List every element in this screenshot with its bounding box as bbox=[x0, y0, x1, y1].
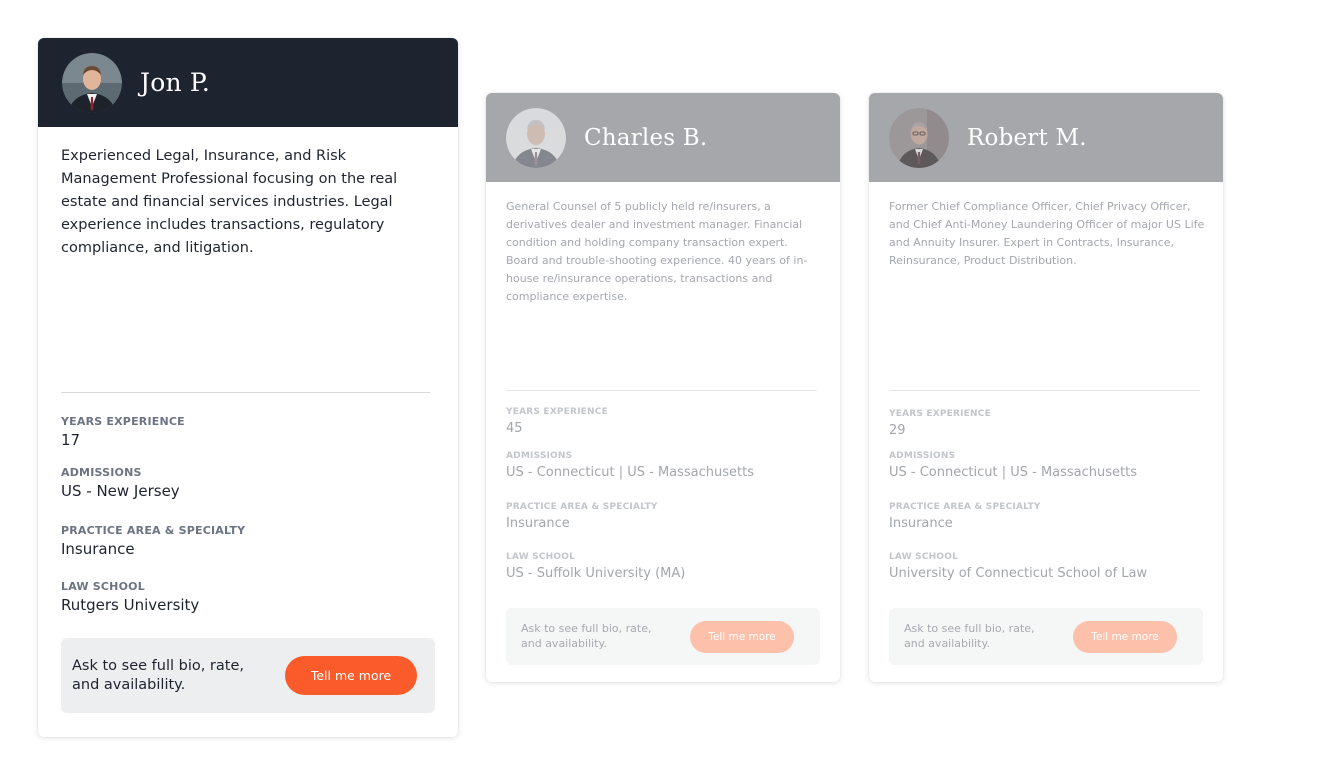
field-admissions: ADMISSIONS US - Connecticut | US - Massa… bbox=[889, 451, 1137, 480]
field-practice-area: PRACTICE AREA & SPECIALTY Insurance bbox=[506, 502, 658, 531]
field-value: US - Connecticut | US - Massachusetts bbox=[506, 465, 754, 480]
cta-panel: Ask to see full bio, rate, and availabil… bbox=[889, 608, 1203, 665]
card-header: Jon P. bbox=[38, 38, 458, 127]
field-label: YEARS EXPERIENCE bbox=[506, 407, 608, 417]
attorney-name: Charles B. bbox=[584, 124, 708, 151]
divider bbox=[61, 392, 430, 393]
avatar-icon bbox=[506, 107, 566, 168]
field-label: LAW SCHOOL bbox=[506, 552, 576, 562]
field-value: 29 bbox=[889, 423, 906, 438]
attorney-bio: Experienced Legal, Insurance, and Risk M… bbox=[61, 148, 398, 256]
field-label: YEARS EXPERIENCE bbox=[61, 415, 185, 428]
field-value: US - New Jersey bbox=[61, 482, 180, 500]
field-value: Insurance bbox=[61, 540, 135, 558]
card-header: Charles B. bbox=[486, 93, 840, 182]
attorney-bio: Former Chief Compliance Officer, Chief P… bbox=[889, 200, 1205, 267]
avatar-icon bbox=[62, 52, 122, 113]
tell-me-more-button[interactable]: Tell me more bbox=[285, 656, 417, 695]
field-label: ADMISSIONS bbox=[61, 466, 142, 479]
divider bbox=[889, 390, 1200, 391]
field-law-school: LAW SCHOOL Rutgers University bbox=[61, 580, 199, 614]
avatar-icon bbox=[889, 107, 949, 168]
field-value: US - Suffolk University (MA) bbox=[506, 566, 686, 581]
field-law-school: LAW SCHOOL University of Connecticut Sch… bbox=[889, 552, 1147, 581]
attorney-name: Robert M. bbox=[967, 124, 1087, 151]
attorney-name: Jon P. bbox=[140, 68, 211, 97]
attorney-card-robert[interactable]: Robert M. Former Chief Compliance Office… bbox=[869, 93, 1223, 682]
field-label: YEARS EXPERIENCE bbox=[889, 409, 991, 419]
field-practice-area: PRACTICE AREA & SPECIALTY Insurance bbox=[889, 502, 1041, 531]
cta-panel: Ask to see full bio, rate, and availabil… bbox=[61, 638, 435, 713]
field-value: US - Connecticut | US - Massachusetts bbox=[889, 465, 1137, 480]
attorney-card-jon[interactable]: Jon P. Experienced Legal, Insurance, and… bbox=[38, 38, 458, 737]
field-years-experience: YEARS EXPERIENCE 17 bbox=[61, 415, 185, 449]
cta-text: Ask to see full bio, rate, and availabil… bbox=[521, 622, 652, 650]
field-label: ADMISSIONS bbox=[506, 451, 573, 461]
field-value: Rutgers University bbox=[61, 596, 200, 614]
field-practice-area: PRACTICE AREA & SPECIALTY Insurance bbox=[61, 524, 245, 558]
field-years-experience: YEARS EXPERIENCE 45 bbox=[506, 407, 608, 436]
tell-me-more-button[interactable]: Tell me more bbox=[690, 620, 794, 653]
field-law-school: LAW SCHOOL US - Suffolk University (MA) bbox=[506, 552, 685, 581]
cta-text: Ask to see full bio, rate, and availabil… bbox=[904, 622, 1035, 650]
field-value: Insurance bbox=[889, 516, 953, 531]
card-header: Robert M. bbox=[869, 93, 1223, 182]
field-years-experience: YEARS EXPERIENCE 29 bbox=[889, 409, 991, 438]
field-label: PRACTICE AREA & SPECIALTY bbox=[506, 502, 658, 512]
field-value: 17 bbox=[61, 431, 81, 449]
field-label: PRACTICE AREA & SPECIALTY bbox=[61, 524, 246, 537]
attorney-card-charles[interactable]: Charles B. General Counsel of 5 publicly… bbox=[486, 93, 840, 682]
attorney-bio: General Counsel of 5 publicly held re/in… bbox=[506, 200, 808, 303]
field-value: Insurance bbox=[506, 516, 570, 531]
attorney-cards-stage: Jon P. Experienced Legal, Insurance, and… bbox=[0, 0, 1320, 774]
divider bbox=[506, 390, 817, 391]
field-label: PRACTICE AREA & SPECIALTY bbox=[889, 502, 1041, 512]
field-admissions: ADMISSIONS US - Connecticut | US - Massa… bbox=[506, 451, 754, 480]
field-label: LAW SCHOOL bbox=[61, 580, 145, 593]
field-admissions: ADMISSIONS US - New Jersey bbox=[61, 466, 180, 500]
cta-panel: Ask to see full bio, rate, and availabil… bbox=[506, 608, 820, 665]
field-value: 45 bbox=[506, 421, 523, 436]
tell-me-more-button[interactable]: Tell me more bbox=[1073, 620, 1177, 653]
field-value: University of Connecticut School of Law bbox=[889, 566, 1148, 581]
cta-text: Ask to see full bio, rate, and availabil… bbox=[72, 657, 244, 693]
field-label: LAW SCHOOL bbox=[889, 552, 959, 562]
field-label: ADMISSIONS bbox=[889, 451, 956, 461]
